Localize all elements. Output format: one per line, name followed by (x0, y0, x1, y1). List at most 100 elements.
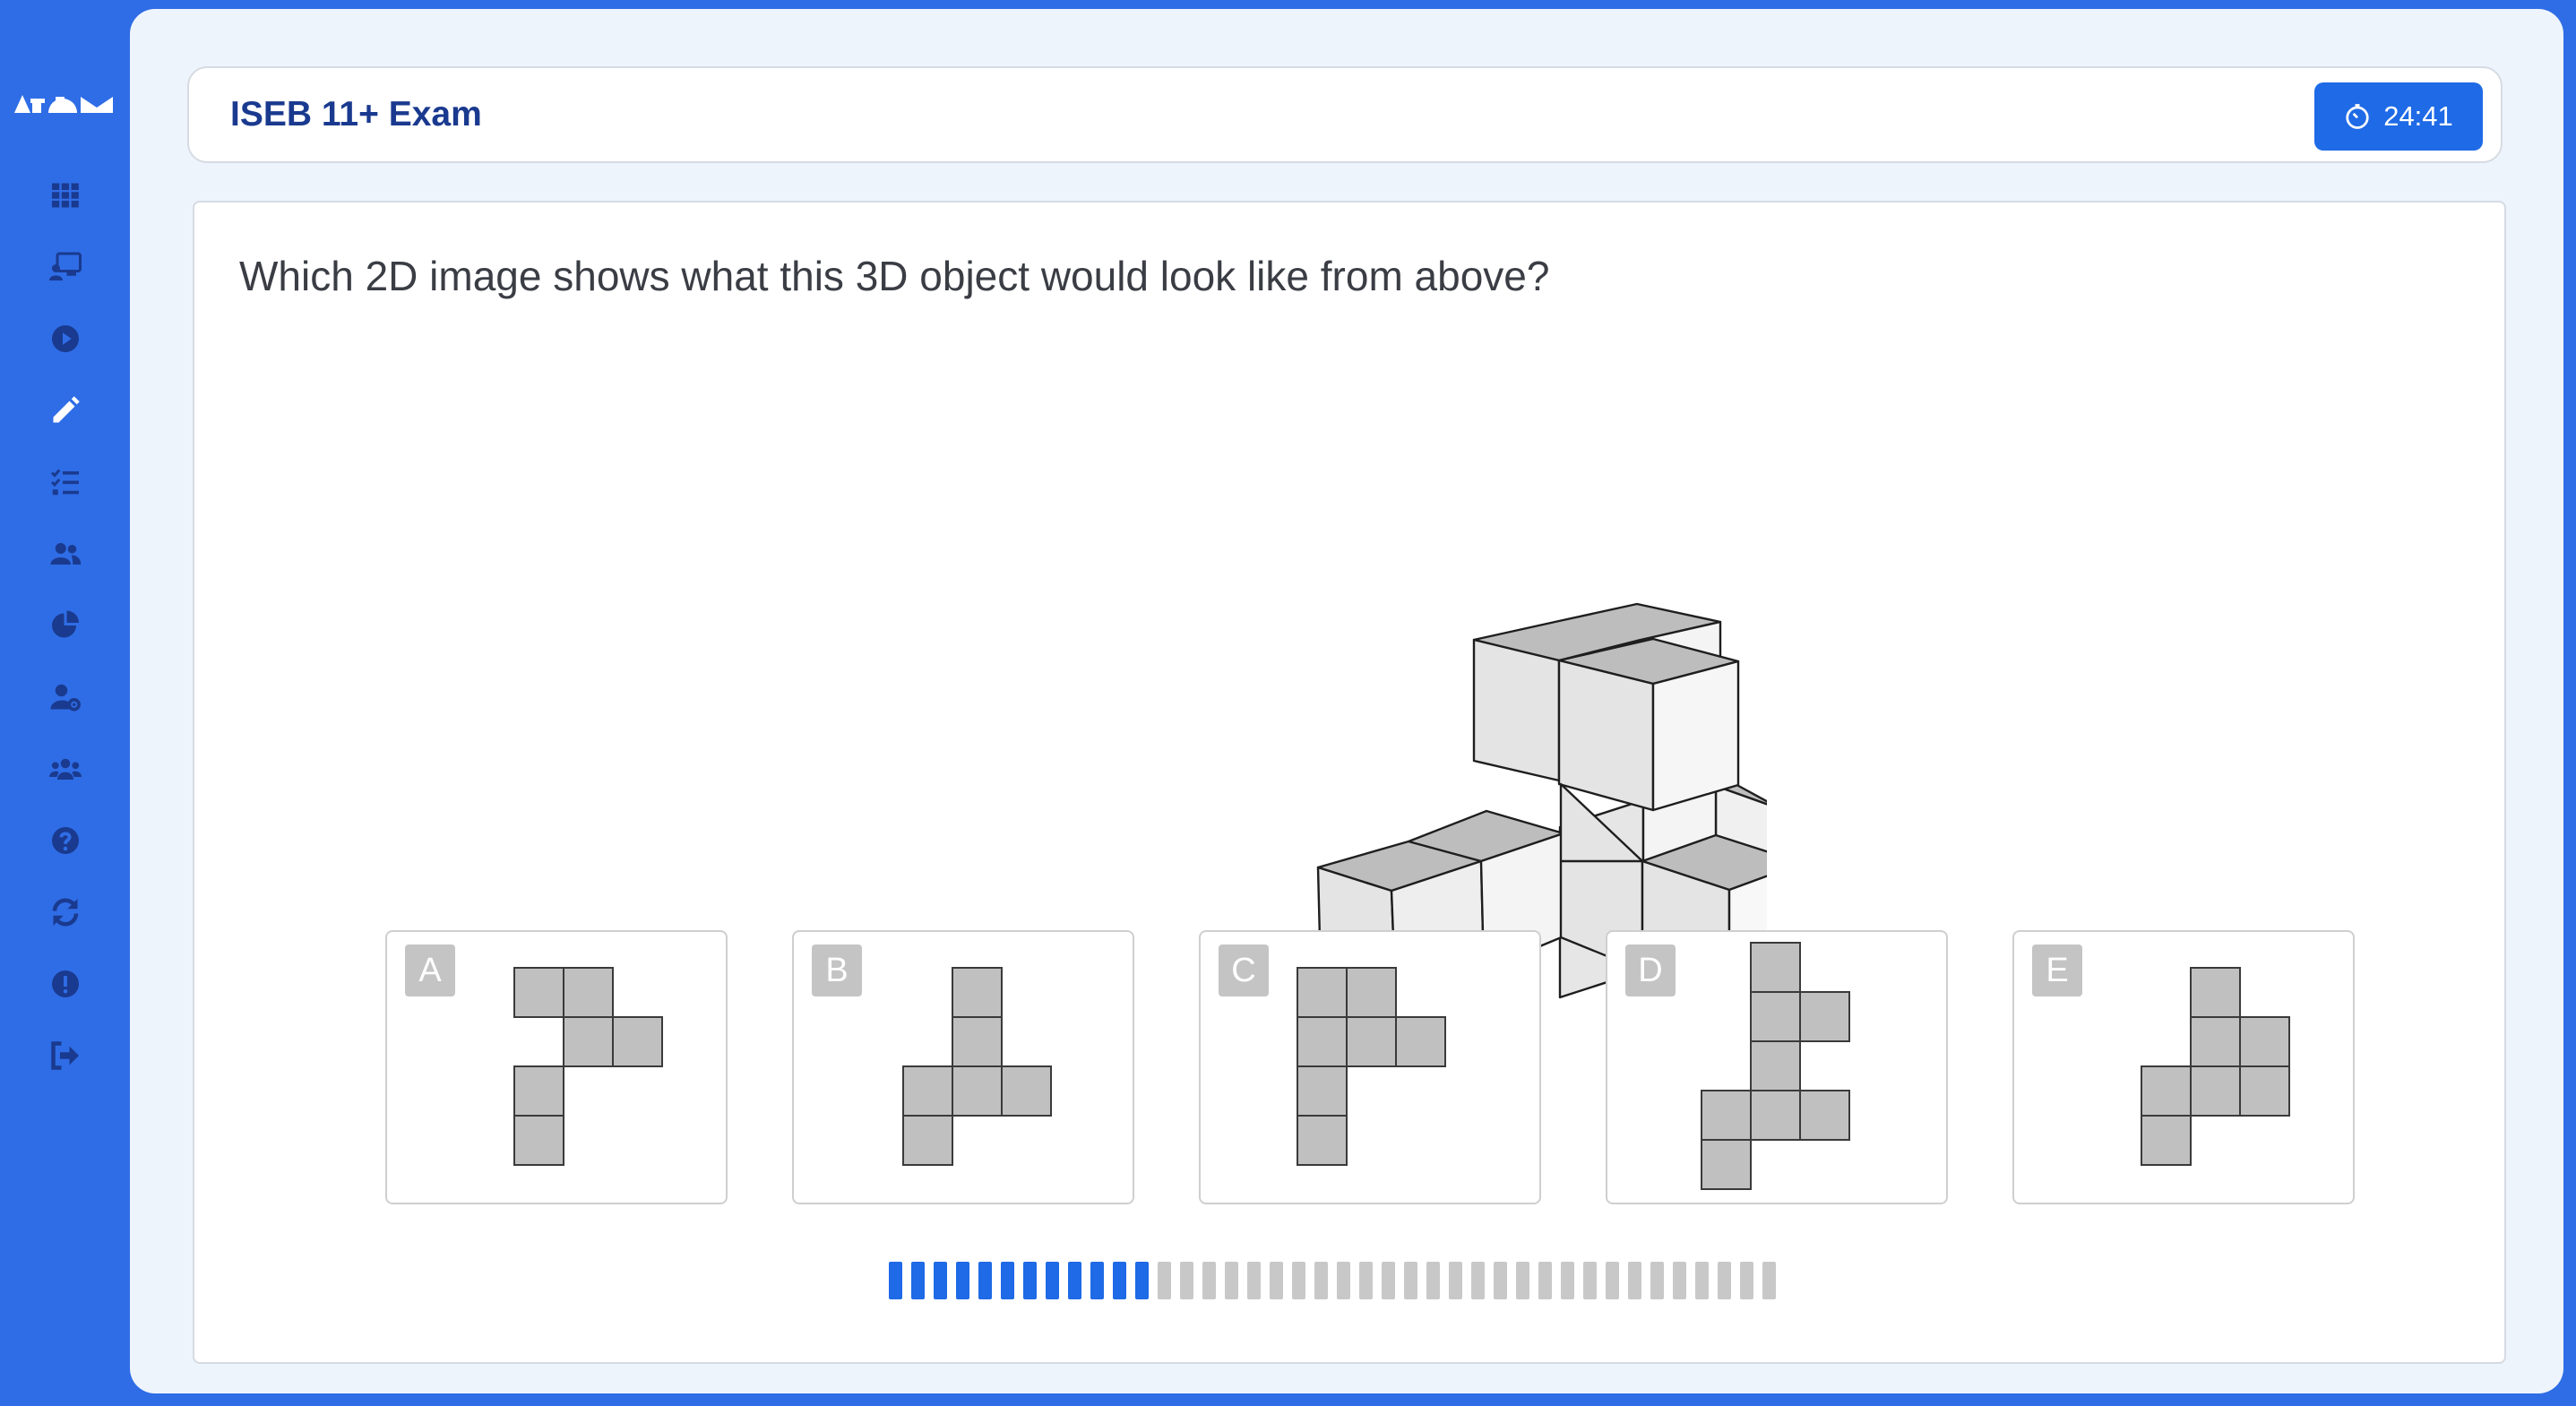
option-e[interactable]: E (2012, 930, 2355, 1204)
checklist-icon[interactable] (47, 463, 84, 501)
grid-cell (513, 967, 564, 1018)
grid-cell (1750, 991, 1801, 1042)
question-text: Which 2D image shows what this 3D object… (239, 253, 1550, 299)
progress-segment (1135, 1262, 1149, 1299)
progress-segment (1247, 1262, 1261, 1299)
logout-icon[interactable] (47, 1037, 84, 1074)
grid-cell (2190, 1016, 2241, 1067)
grid-cell (2190, 967, 2241, 1018)
grid-cell (2141, 1065, 2192, 1117)
grid-cell (902, 1115, 953, 1166)
grid-cell (2141, 1115, 2192, 1166)
grid-cell (1395, 1016, 1446, 1067)
grid-cell (1346, 1016, 1397, 1067)
progress-segment (1202, 1262, 1216, 1299)
main-panel: ISEB 11+ Exam 24:41 Which 2D image shows… (130, 9, 2563, 1393)
grid-cell (612, 1016, 663, 1067)
progress-segment (911, 1262, 925, 1299)
group-icon[interactable] (47, 750, 84, 788)
progress-segment (1113, 1262, 1126, 1299)
page-title: ISEB 11+ Exam (230, 95, 482, 134)
grid-cell (1701, 1139, 1752, 1190)
grid-cell (1799, 991, 1850, 1042)
progress-segment (1270, 1262, 1283, 1299)
exam-header: ISEB 11+ Exam 24:41 (187, 66, 2503, 163)
grid-cell (1701, 1090, 1752, 1141)
option-letter: C (1219, 945, 1269, 996)
progress-segment (1516, 1262, 1529, 1299)
option-letter: E (2032, 945, 2082, 996)
stopwatch-icon (2346, 104, 2369, 129)
progress-segment (1606, 1262, 1619, 1299)
grid-cell (1297, 1016, 1348, 1067)
progress-segment (1001, 1262, 1014, 1299)
grid-cell (1346, 967, 1397, 1018)
grid-cell (2239, 1065, 2290, 1117)
atom-logo[interactable] (13, 82, 116, 118)
grid-cell (1001, 1065, 1052, 1117)
progress-segment (1650, 1262, 1664, 1299)
progress-segment (1762, 1262, 1776, 1299)
app-root: ISEB 11+ Exam 24:41 Which 2D image shows… (0, 0, 2576, 1406)
grid-cell (952, 1065, 1003, 1117)
progress-segment (1292, 1262, 1305, 1299)
users-icon[interactable] (47, 535, 84, 573)
progress-segment (1068, 1262, 1081, 1299)
progress-segment (1426, 1262, 1440, 1299)
progress-segment (956, 1262, 969, 1299)
teach-icon[interactable] (47, 248, 84, 286)
option-c[interactable]: C (1199, 930, 1541, 1204)
progress-segment (1382, 1262, 1395, 1299)
option-d[interactable]: D (1606, 930, 1948, 1204)
grid-cell (1297, 1115, 1348, 1166)
pie-chart-icon[interactable] (47, 607, 84, 644)
progress-segment (1628, 1262, 1641, 1299)
pencil-icon[interactable] (47, 392, 84, 429)
grid-cell (2239, 1016, 2290, 1067)
progress-segment (934, 1262, 947, 1299)
progress-segment (1740, 1262, 1753, 1299)
progress-segment (1449, 1262, 1462, 1299)
help-icon[interactable] (47, 822, 84, 859)
grid-cell (952, 1016, 1003, 1067)
option-a[interactable]: A (385, 930, 728, 1204)
grid-cell (2190, 1065, 2241, 1117)
progress-segment (1180, 1262, 1193, 1299)
user-settings-icon[interactable] (47, 678, 84, 716)
progress-segment (1583, 1262, 1597, 1299)
timer-value: 24:41 (2383, 100, 2453, 132)
grid-cell (952, 967, 1003, 1018)
progress-segment (1673, 1262, 1686, 1299)
progress-segment (1404, 1262, 1417, 1299)
progress-segment (1561, 1262, 1574, 1299)
progress-segment (1225, 1262, 1238, 1299)
question-card: Which 2D image shows what this 3D object… (193, 201, 2506, 1364)
progress-segment (1158, 1262, 1171, 1299)
grid-cell (1750, 1090, 1801, 1141)
progress-segment (978, 1262, 992, 1299)
progress-segment (1337, 1262, 1350, 1299)
progress-segment (1494, 1262, 1507, 1299)
progress-segment (1471, 1262, 1485, 1299)
grid-cell (1297, 1065, 1348, 1117)
progress-segment (1718, 1262, 1731, 1299)
grid-cell (1799, 1090, 1850, 1141)
grid-cell (513, 1115, 564, 1166)
grid-cell (563, 1016, 614, 1067)
grid-cell (513, 1065, 564, 1117)
grid-icon[interactable] (47, 177, 84, 214)
timer-button[interactable]: 24:41 (2314, 82, 2483, 151)
progress-segment (1538, 1262, 1552, 1299)
option-letter: B (812, 945, 862, 996)
alert-icon[interactable] (47, 965, 84, 1003)
sidebar (0, 0, 130, 1406)
option-b[interactable]: B (792, 930, 1134, 1204)
grid-cell (563, 967, 614, 1018)
play-icon[interactable] (47, 320, 84, 358)
option-letter: A (405, 945, 455, 996)
refresh-icon[interactable] (47, 893, 84, 931)
progress-segment (889, 1262, 902, 1299)
option-letter: D (1625, 945, 1676, 996)
grid-cell (1750, 942, 1801, 993)
progress-segment (1314, 1262, 1328, 1299)
